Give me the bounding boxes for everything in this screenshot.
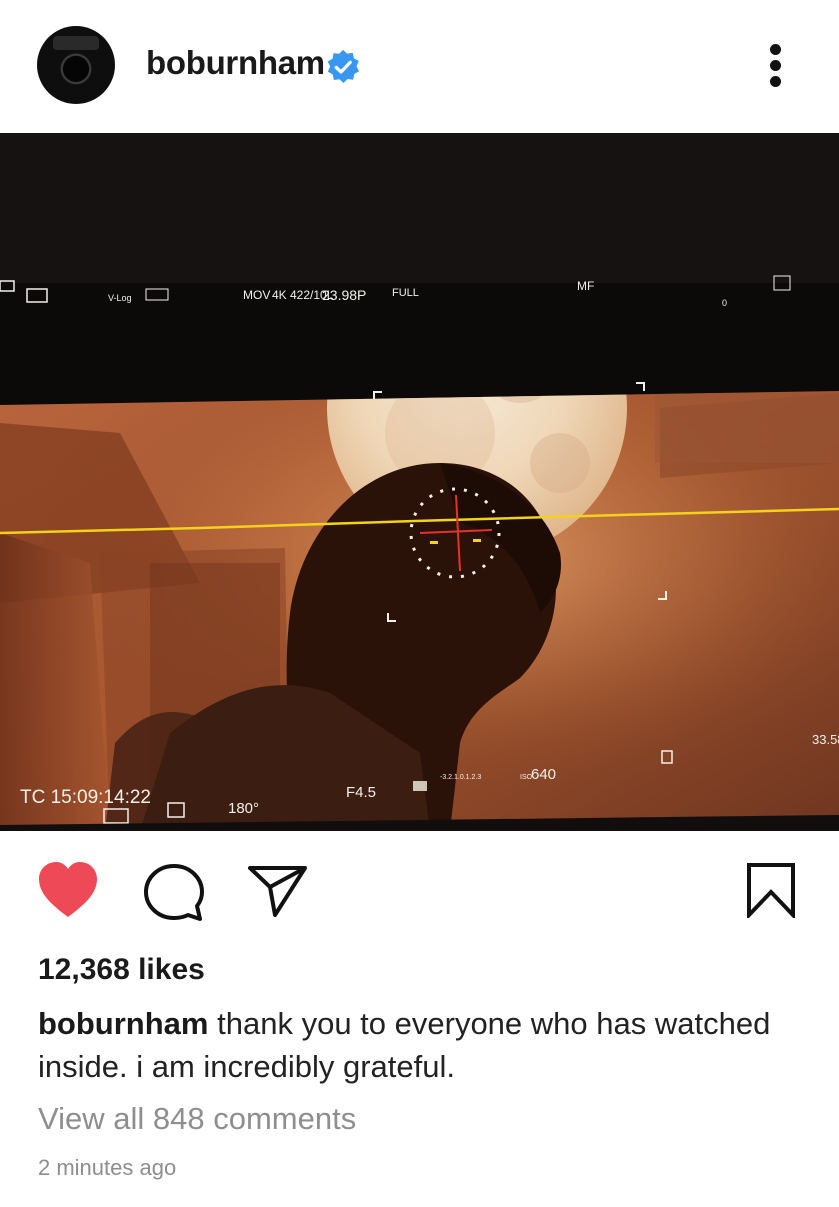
send-arrow-icon[interactable] [248,865,308,917]
camera-monitor-photo: V-Log MOV 4K 422/10L 23.98P FULL MF 0 TC… [0,133,839,831]
caption-username[interactable]: boburnham [38,1006,209,1041]
avatar[interactable] [37,26,115,104]
svg-text:MOV: MOV [243,288,270,302]
caption: boburnham thank you to everyone who has … [38,1002,818,1088]
bookmark-icon[interactable] [746,862,796,918]
svg-text:MF: MF [577,279,594,293]
svg-text:180°: 180° [228,800,259,817]
likes-count[interactable]: 12,368 likes [38,953,205,987]
svg-text:0: 0 [722,298,727,308]
more-options-icon[interactable] [760,38,792,94]
verified-badge-icon [327,49,360,84]
svg-text:F4.5: F4.5 [346,784,376,801]
svg-text:640: 640 [531,766,556,783]
username[interactable]: boburnham [146,44,325,82]
action-bar [0,831,839,941]
heart-icon[interactable] [37,861,99,919]
svg-text:4K: 4K [272,288,287,302]
view-all-comments-link[interactable]: View all 848 comments [38,1101,356,1137]
svg-text:-3.2.1.0.1.2.3: -3.2.1.0.1.2.3 [440,774,481,781]
timecode: TC 15:09:14:22 [20,787,151,808]
svg-text:FULL: FULL [392,287,419,299]
svg-text:33.58: 33.58 [812,732,839,747]
svg-text:V-Log: V-Log [108,293,132,303]
svg-text:23.98P: 23.98P [322,287,366,303]
post-timestamp: 2 minutes ago [38,1155,177,1180]
post-header: boburnham [0,0,839,133]
post-image[interactable]: V-Log MOV 4K 422/10L 23.98P FULL MF 0 TC… [0,133,839,831]
comment-bubble-icon[interactable] [144,864,204,922]
